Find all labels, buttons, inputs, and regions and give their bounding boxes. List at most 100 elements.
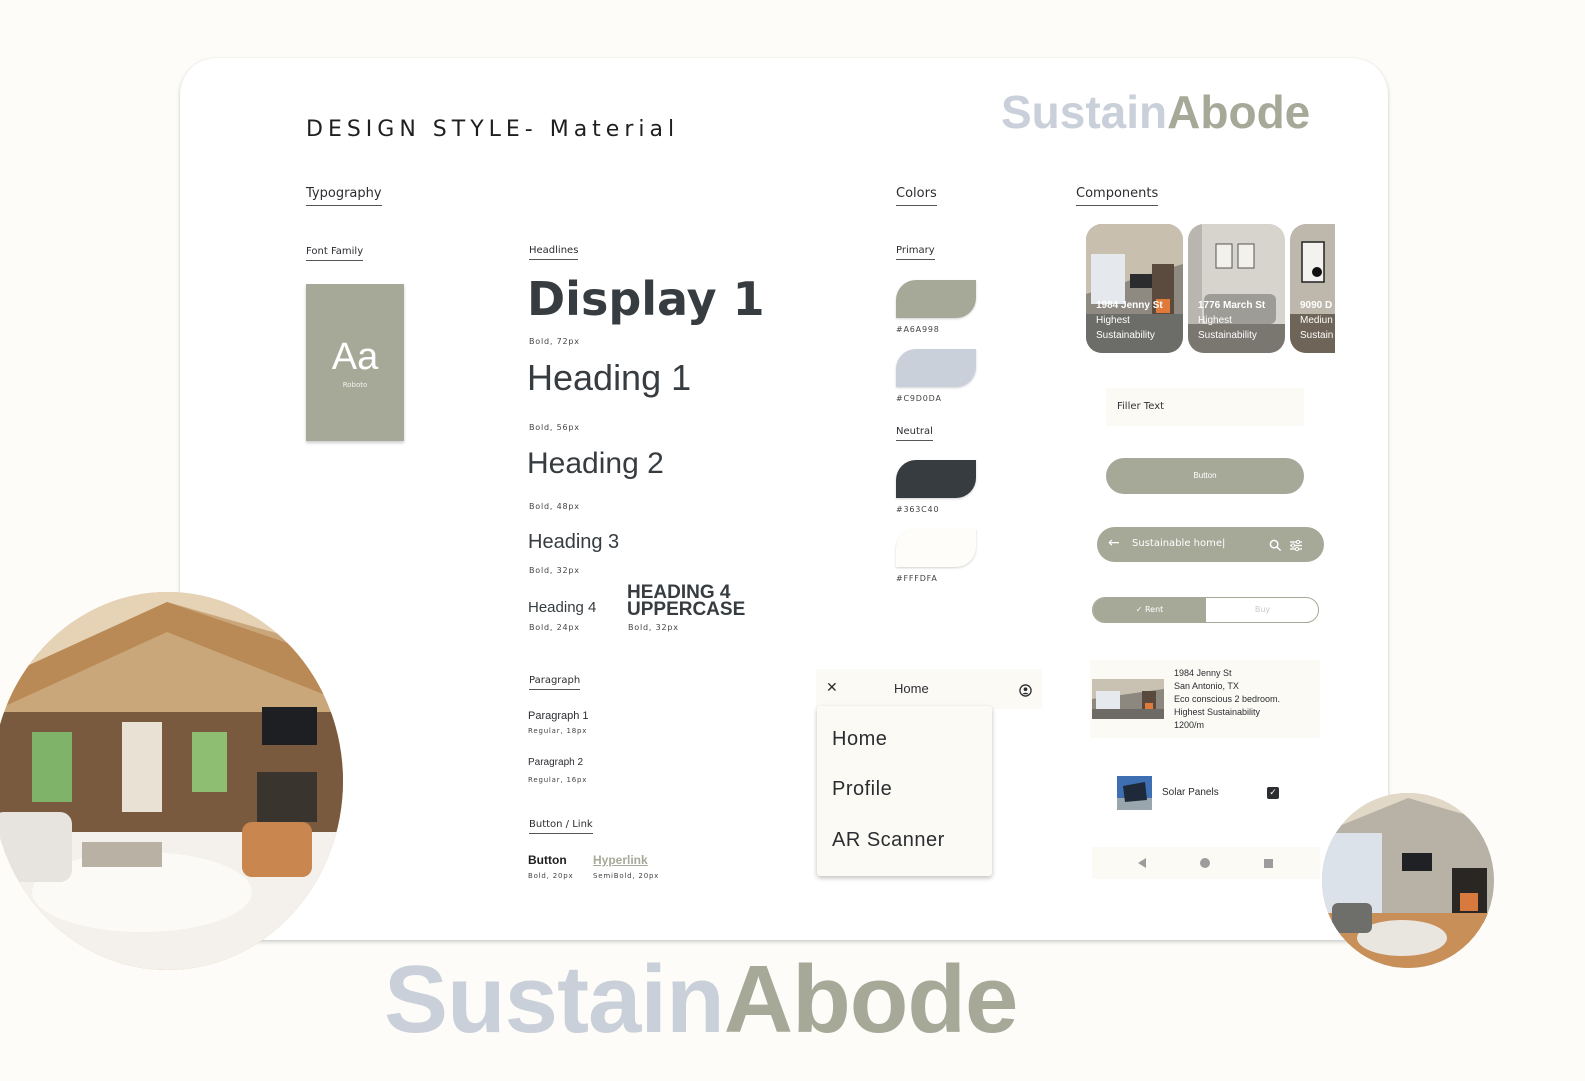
listing-line: Highest Sustainability <box>1174 707 1261 717</box>
nav-home-icon[interactable] <box>1200 858 1210 868</box>
button-link-label: Button / Link <box>529 819 593 834</box>
property-address: 9090 D <box>1300 300 1333 311</box>
h4-uppercase-sample: HEADING 4 UPPERCASE <box>627 583 746 620</box>
colors-heading: Colors <box>896 186 937 206</box>
property-rating: Highest <box>1096 315 1130 326</box>
display1-meta: Bold, 72px <box>529 337 580 346</box>
property-card[interactable]: 1984 Jenny St Highest Sustainability <box>1086 224 1183 353</box>
toggle-buy[interactable]: Buy <box>1206 598 1318 622</box>
interior-photo-large-image <box>0 592 343 970</box>
nav-recents-icon[interactable] <box>1264 859 1273 868</box>
swatch-cream-hex: #FFFDFA <box>896 574 938 583</box>
nav-back-icon[interactable] <box>1138 858 1146 868</box>
page-title: DESIGN STYLE- Material <box>306 117 680 142</box>
h3-meta: Bold, 32px <box>529 566 580 575</box>
listing-line: Eco conscious 2 bedroom. <box>1174 694 1281 704</box>
swatch-cream <box>896 529 976 567</box>
listing-line: 1984 Jenny St <box>1174 668 1232 678</box>
property-rating-2: Sustainability <box>1198 330 1257 341</box>
typography-heading: Typography <box>306 186 382 206</box>
listing-details: 1984 Jenny St San Antonio, TX Eco consci… <box>1174 667 1280 732</box>
font-family-sample: Aa Roboto <box>306 284 404 441</box>
interior-photo-large <box>0 592 343 970</box>
search-input[interactable]: Sustainable home| <box>1132 538 1225 549</box>
h2-sample: Heading 2 <box>527 447 664 480</box>
check-icon: ✓ <box>1135 605 1145 614</box>
h4-uppercase-line2: UPPERCASE <box>627 599 746 620</box>
system-nav-bar <box>1092 847 1320 879</box>
listing-item[interactable]: 1984 Jenny St San Antonio, TX Eco consci… <box>1090 660 1320 738</box>
property-card[interactable]: 1776 March St Highest Sustainability <box>1188 224 1285 353</box>
logo-top: SustainAbode <box>1001 85 1310 139</box>
checkbox-checked[interactable]: ✓ <box>1267 787 1279 799</box>
toggle-rent[interactable]: ✓ Rent <box>1093 598 1206 622</box>
search-icon[interactable] <box>1269 537 1282 556</box>
h3-sample: Heading 3 <box>528 531 620 553</box>
menu-item-ar-scanner[interactable]: AR Scanner <box>832 829 945 852</box>
font-family-label: Font Family <box>306 246 364 261</box>
menu-item-profile[interactable]: Profile <box>832 778 892 801</box>
filter-icon[interactable] <box>1289 537 1303 556</box>
filler-text-field[interactable]: Filler Text <box>1106 388 1304 426</box>
h4-sample: Heading 4 <box>528 599 597 616</box>
h4-meta: Bold, 24px <box>529 623 580 632</box>
search-bar[interactable]: ← Sustainable home| <box>1097 527 1324 562</box>
button-text-meta: Bold, 20px <box>528 872 574 880</box>
close-icon[interactable]: ✕ <box>826 680 838 696</box>
property-caption: 9090 D Mediun Sustain <box>1300 298 1333 343</box>
account-icon[interactable] <box>1019 682 1032 701</box>
swatch-charcoal-hex: #363C40 <box>896 505 940 514</box>
swatch-charcoal <box>896 460 976 498</box>
dropdown-menu: Home Profile AR Scanner <box>817 706 992 876</box>
interior-photo-small-image <box>1322 793 1494 968</box>
p1-meta: Regular, 18px <box>528 727 588 735</box>
primary-label: Primary <box>896 245 935 260</box>
h1-sample: Heading 1 <box>527 357 692 398</box>
swatch-sage-hex: #A6A998 <box>896 325 940 334</box>
font-name: Roboto <box>342 381 368 389</box>
h2-meta: Bold, 48px <box>529 502 580 511</box>
h4-uppercase-meta: Bold, 32px <box>628 623 679 632</box>
rent-buy-toggle[interactable]: ✓ Rent Buy <box>1092 597 1319 623</box>
menu-item-home[interactable]: Home <box>832 728 887 751</box>
property-address: 1984 Jenny St <box>1096 300 1163 311</box>
property-address: 1776 March St <box>1198 300 1266 311</box>
logo-top-part2: Abode <box>1167 86 1311 138</box>
logo-bottom-part2: Abode <box>723 946 1019 1053</box>
paragraph-label: Paragraph <box>529 675 581 690</box>
font-sample-glyph: Aa <box>331 336 379 378</box>
p2-sample: Paragraph 2 <box>528 757 584 768</box>
primary-button[interactable]: Button <box>1106 458 1304 494</box>
hyperlink-sample[interactable]: Hyperlink <box>593 853 648 867</box>
solar-panels-label: Solar Panels <box>1162 787 1219 798</box>
hyperlink-meta: SemiBold, 20px <box>593 872 660 880</box>
listing-line: San Antonio, TX <box>1174 681 1239 691</box>
listing-line: 1200/m <box>1174 720 1205 730</box>
property-rating: Highest <box>1198 315 1232 326</box>
app-bar-title: Home <box>894 681 929 696</box>
listing-thumbnail <box>1092 679 1164 719</box>
property-rating-2: Sustain <box>1300 330 1334 341</box>
solar-panel-image <box>1117 776 1152 810</box>
back-arrow-icon[interactable]: ← <box>1108 535 1120 551</box>
toggle-rent-label: Rent <box>1144 605 1164 614</box>
swatch-sage <box>896 280 976 318</box>
interior-photo-small <box>1322 793 1494 968</box>
p2-meta: Regular, 16px <box>528 776 588 784</box>
components-heading: Components <box>1076 186 1159 206</box>
swatch-blue-grey-hex: #C9D0DA <box>896 394 942 403</box>
property-caption: 1984 Jenny St Highest Sustainability <box>1096 298 1163 343</box>
headlines-label: Headlines <box>529 245 579 260</box>
logo-bottom: SustainAbode <box>384 945 1019 1055</box>
p1-sample: Paragraph 1 <box>528 710 589 722</box>
button-text-sample[interactable]: Button <box>528 853 567 867</box>
property-rating-2: Sustainability <box>1096 330 1155 341</box>
app-bar: ✕ Home <box>816 669 1042 709</box>
property-caption: 1776 March St Highest Sustainability <box>1198 298 1265 343</box>
logo-bottom-part1: Sustain <box>384 946 725 1053</box>
logo-top-part1: Sustain <box>1001 86 1168 138</box>
solar-panels-row[interactable]: Solar Panels ✓ <box>1106 766 1304 820</box>
property-rating: Mediun <box>1300 315 1333 326</box>
property-card[interactable]: 9090 D Mediun Sustain <box>1290 224 1335 353</box>
swatch-blue-grey <box>896 349 976 387</box>
